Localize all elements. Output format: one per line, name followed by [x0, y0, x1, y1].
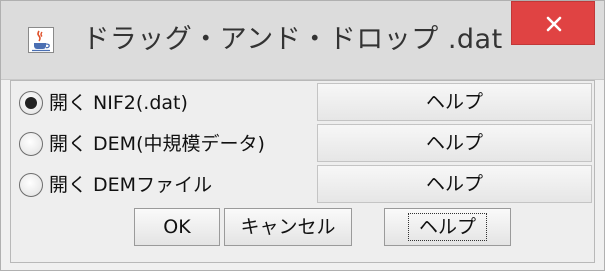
window-title: ドラッグ・アンド・ドロップ .dat: [82, 24, 503, 55]
cancel-button[interactable]: キャンセル: [224, 208, 352, 246]
option-row-nif2: 開く NIF2(.dat) ヘルプ: [11, 83, 596, 127]
option-row-dem-medium: 開く DEM(中規模データ) ヘルプ: [11, 124, 596, 168]
help-button-dem-file[interactable]: ヘルプ: [317, 165, 592, 203]
help-button-main-label: ヘルプ: [407, 213, 487, 241]
option-label-nif2[interactable]: 開く NIF2(.dat): [49, 83, 188, 123]
ok-button[interactable]: OK: [134, 208, 220, 246]
title-bar[interactable]: ドラッグ・アンド・ドロップ .dat: [1, 1, 604, 80]
radio-nif2[interactable]: [19, 91, 43, 115]
radio-selected-dot: [25, 97, 37, 109]
radio-dem-file[interactable]: [19, 173, 43, 197]
java-cup-icon: [28, 27, 54, 53]
dialog-window: ドラッグ・アンド・ドロップ .dat 開く NIF2(.dat) ヘルプ 開く …: [0, 0, 605, 271]
close-button[interactable]: [511, 1, 595, 45]
help-button-dem-medium[interactable]: ヘルプ: [317, 124, 592, 162]
help-button-nif2[interactable]: ヘルプ: [317, 83, 592, 121]
close-icon: [546, 16, 562, 32]
help-button-main[interactable]: ヘルプ: [384, 208, 511, 246]
options-panel: 開く NIF2(.dat) ヘルプ 開く DEM(中規模データ) ヘルプ 開く …: [10, 80, 595, 263]
option-label-dem-file[interactable]: 開く DEMファイル: [49, 165, 212, 205]
option-row-dem-file: 開く DEMファイル ヘルプ: [11, 165, 596, 209]
option-label-dem-medium[interactable]: 開く DEM(中規模データ): [49, 124, 265, 164]
radio-dem-medium[interactable]: [19, 132, 43, 156]
